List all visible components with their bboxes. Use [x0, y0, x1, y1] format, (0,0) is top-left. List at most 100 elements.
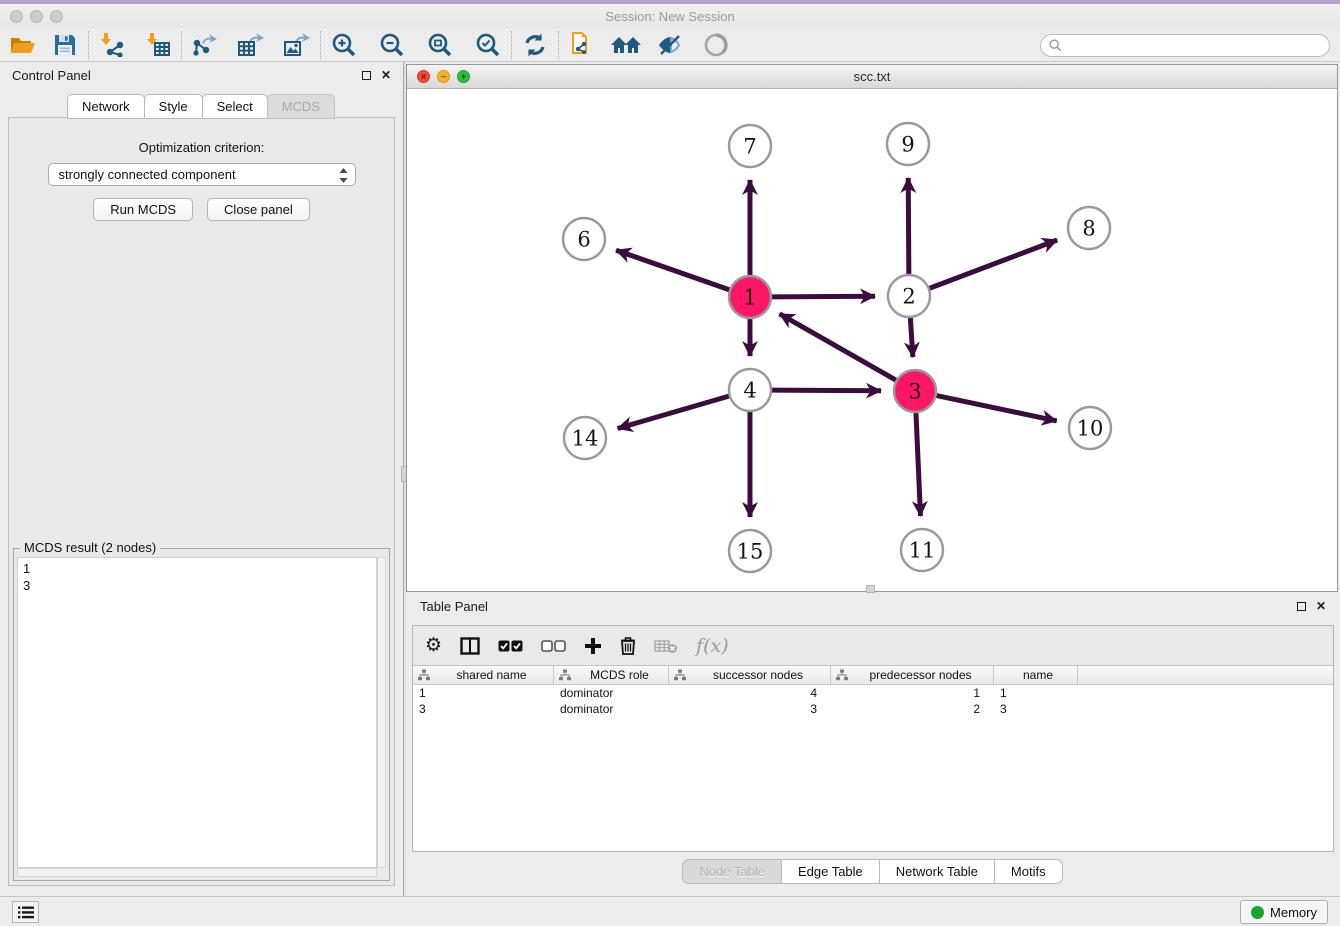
- graph-edge-2-9[interactable]: [908, 178, 909, 274]
- table-close-panel-icon[interactable]: ✕: [1316, 600, 1326, 612]
- graph-node-11[interactable]: 11: [901, 529, 943, 571]
- column-header-mcds-role[interactable]: MCDS role: [554, 666, 669, 684]
- select-all-button[interactable]: [498, 632, 523, 660]
- graph-node-1[interactable]: 1: [729, 276, 771, 318]
- cell-shared-name[interactable]: 1: [413, 685, 554, 701]
- graph-edge-3-10[interactable]: [937, 396, 1057, 421]
- result-vertical-scrollbar[interactable]: [377, 557, 386, 868]
- mcds-result-text[interactable]: 1 3: [17, 557, 377, 868]
- graph-node-7[interactable]: 7: [729, 125, 771, 167]
- zoom-out-button[interactable]: [375, 30, 409, 60]
- graph-edge-2-8[interactable]: [930, 240, 1058, 288]
- column-tree-icon: [836, 669, 848, 681]
- import-table-button[interactable]: [141, 30, 175, 60]
- tab-network[interactable]: Network: [67, 94, 145, 119]
- criterion-select[interactable]: strongly connected component: [48, 163, 356, 186]
- zoom-fit-button[interactable]: [423, 30, 457, 60]
- column-header-name[interactable]: name: [994, 666, 1078, 684]
- add-column-button[interactable]: [584, 632, 602, 660]
- column-header-shared-name[interactable]: shared name: [413, 666, 554, 684]
- graph-node-2[interactable]: 2: [888, 275, 930, 317]
- network-graph[interactable]: 7 9 6 8 1 2 4 3 14 10 15 11: [407, 89, 1337, 591]
- cell-successor-nodes[interactable]: 3: [669, 701, 831, 717]
- graph-node-label: 7: [743, 135, 756, 159]
- clone-network-button[interactable]: [565, 30, 599, 60]
- graph-node-6[interactable]: 6: [563, 218, 605, 260]
- cell-shared-name[interactable]: 3: [413, 701, 554, 717]
- zoom-selected-button[interactable]: [471, 30, 505, 60]
- zoom-in-icon: [331, 32, 357, 58]
- tab-style[interactable]: Style: [144, 94, 203, 119]
- tab-mcds[interactable]: MCDS: [267, 94, 335, 119]
- graph-node-9[interactable]: 9: [887, 123, 929, 165]
- tab-motifs[interactable]: Motifs: [994, 859, 1063, 884]
- search-input[interactable]: [1066, 39, 1329, 53]
- tab-edge-table[interactable]: Edge Table: [781, 859, 880, 884]
- toolbar-separator: [320, 31, 321, 59]
- export-network-button[interactable]: [188, 30, 222, 60]
- memory-button[interactable]: Memory: [1240, 900, 1328, 924]
- show-all-button[interactable]: [699, 30, 733, 60]
- close-panel-button[interactable]: Close panel: [207, 198, 310, 221]
- table-row[interactable]: 3 dominator 3 2 3: [413, 701, 1333, 717]
- cell-name[interactable]: 3: [994, 701, 1078, 717]
- graph-node-4[interactable]: 4: [729, 369, 771, 411]
- open-session-button[interactable]: [6, 30, 40, 60]
- graph-node-3[interactable]: 3: [894, 370, 936, 412]
- cell-mcds-role[interactable]: dominator: [554, 701, 669, 717]
- graph-node-14[interactable]: 14: [564, 417, 606, 459]
- cell-name[interactable]: 1: [994, 685, 1078, 701]
- column-header-predecessor-nodes[interactable]: predecessor nodes: [831, 666, 994, 684]
- horizontal-splitter-grip[interactable]: [866, 585, 875, 593]
- cell-predecessor-nodes[interactable]: 2: [831, 701, 994, 717]
- export-table-button[interactable]: [234, 30, 268, 60]
- table-float-panel-icon[interactable]: [1297, 602, 1306, 611]
- zoom-in-button[interactable]: [327, 30, 361, 60]
- import-network-button[interactable]: [95, 30, 129, 60]
- show-column-panel-button[interactable]: [460, 632, 480, 660]
- graph-node-10[interactable]: 10: [1069, 407, 1111, 449]
- delete-column-button[interactable]: [620, 632, 636, 660]
- mcds-result-group: MCDS result (2 nodes) 1 3: [13, 548, 390, 881]
- gear-icon: ⚙: [425, 636, 442, 655]
- tab-select[interactable]: Select: [202, 94, 268, 119]
- run-mcds-button[interactable]: Run MCDS: [93, 198, 193, 221]
- show-task-history-button[interactable]: [12, 901, 39, 923]
- search-field[interactable]: [1040, 34, 1330, 57]
- close-panel-icon[interactable]: ✕: [381, 69, 391, 81]
- graph-edge-1-2[interactable]: [772, 296, 875, 297]
- graph-edge-2-3[interactable]: [910, 318, 912, 357]
- network-canvas[interactable]: 7 9 6 8 1 2 4 3 14 10 15 11: [407, 89, 1337, 591]
- import-table-icon: [145, 33, 171, 57]
- column-header-successor-nodes[interactable]: successor nodes: [669, 666, 831, 684]
- graph-edge-4-3[interactable]: [772, 390, 881, 391]
- function-builder-button[interactable]: f(x): [696, 632, 729, 660]
- export-image-button[interactable]: [280, 30, 314, 60]
- apply-layout-button[interactable]: [518, 30, 552, 60]
- first-neighbors-button[interactable]: [609, 30, 643, 60]
- table-panel: Table Panel ✕ ⚙ f(x): [406, 593, 1340, 896]
- save-floppy-icon: [54, 34, 76, 56]
- result-horizontal-scrollbar[interactable]: [17, 868, 377, 877]
- deselect-all-button[interactable]: [541, 632, 566, 660]
- control-panel-title: Control Panel: [12, 68, 91, 83]
- trash-icon: [620, 636, 636, 655]
- graph-edge-4-14[interactable]: [618, 396, 729, 428]
- cell-mcds-role[interactable]: dominator: [554, 685, 669, 701]
- float-panel-icon[interactable]: [362, 71, 371, 80]
- cell-predecessor-nodes[interactable]: 1: [831, 685, 994, 701]
- table-settings-button[interactable]: ⚙: [425, 632, 442, 660]
- graph-edge-3-11[interactable]: [916, 413, 921, 516]
- network-window-titlebar[interactable]: × − + scc.txt: [407, 65, 1337, 89]
- graph-edge-1-6[interactable]: [616, 250, 729, 290]
- graph-node-8[interactable]: 8: [1068, 207, 1110, 249]
- graph-edge-3-1[interactable]: [780, 314, 896, 380]
- tab-node-table[interactable]: Node Table: [682, 859, 782, 884]
- tab-network-table[interactable]: Network Table: [879, 859, 995, 884]
- hide-selected-button[interactable]: [653, 30, 687, 60]
- cell-successor-nodes[interactable]: 4: [669, 685, 831, 701]
- save-session-button[interactable]: [48, 30, 82, 60]
- delete-table-button[interactable]: [654, 632, 678, 660]
- table-row[interactable]: 1 dominator 4 1 1: [413, 685, 1333, 701]
- graph-node-15[interactable]: 15: [729, 530, 771, 572]
